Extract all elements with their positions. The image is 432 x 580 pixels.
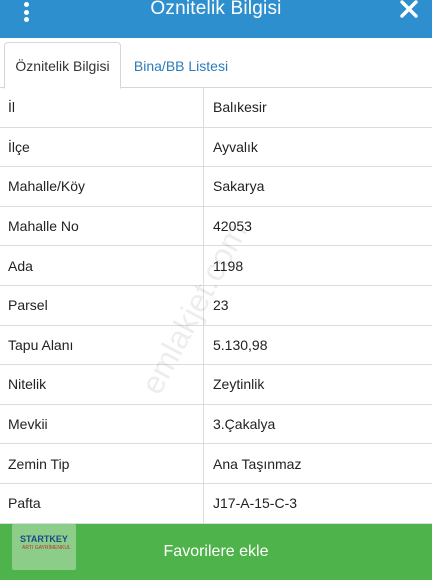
table-row: Nitelik Zeytinlik <box>0 365 432 405</box>
column-divider <box>203 88 204 127</box>
table-row: İlçe Ayvalık <box>0 127 432 168</box>
app-header: Öznitelik Bilgisi <box>0 0 432 38</box>
row-value: 1198 <box>213 257 244 274</box>
row-key: Zemin Tip <box>8 455 70 472</box>
row-key: İlçe <box>8 138 30 155</box>
column-divider <box>203 365 204 404</box>
tab-bar: Öznitelik Bilgisi Bina/BB Listesi <box>0 38 432 89</box>
row-key: Mevkii <box>8 416 48 433</box>
column-divider <box>203 404 204 444</box>
table-row: Ada 1198 <box>0 246 432 286</box>
table-row: Parsel 23 <box>0 285 432 326</box>
row-key: Tapu Alanı <box>8 336 74 353</box>
logo-name: STARTKEY <box>20 534 68 544</box>
row-value: 3.Çakalya <box>213 416 276 433</box>
row-value: Ayvalık <box>213 138 258 155</box>
row-value: Ana Taşınmaz <box>213 455 302 472</box>
close-icon[interactable] <box>398 0 420 20</box>
column-divider <box>203 325 204 365</box>
column-divider <box>203 483 204 523</box>
table-row: Mahalle/Köy Sakarya <box>0 167 432 207</box>
table-row: Zemin Tip Ana Taşınmaz <box>0 444 432 484</box>
row-value: Zeytinlik <box>213 376 265 393</box>
row-value: Balıkesir <box>213 99 267 116</box>
column-divider <box>203 127 204 167</box>
row-value: 5.130,98 <box>213 336 268 353</box>
tab-oznitelik-bilgisi[interactable]: Öznitelik Bilgisi <box>4 42 121 89</box>
row-key: Mahalle No <box>8 218 79 235</box>
page-title: Öznitelik Bilgisi <box>150 0 282 19</box>
table-row: Mahalle No 42053 <box>0 206 432 247</box>
row-key: Pafta <box>8 495 41 512</box>
table-row: İl Balıkesir <box>0 88 432 128</box>
row-key: İl <box>8 99 15 116</box>
column-divider <box>203 285 204 325</box>
attribute-table: İl Balıkesir İlçe Ayvalık Mahalle/Köy Sa… <box>0 88 432 524</box>
table-row: Mevkii 3.Çakalya <box>0 404 432 445</box>
row-value: 23 <box>213 297 229 314</box>
startkey-logo: STARTKEY ARTI GAYRİMENKUL <box>12 524 76 570</box>
row-key: Ada <box>8 257 33 274</box>
logo-subtitle: ARTI GAYRİMENKUL <box>22 545 71 551</box>
row-key: Nitelik <box>8 376 47 393</box>
row-value: 42053 <box>213 218 252 235</box>
row-key: Mahalle/Köy <box>8 178 86 195</box>
row-value: J17-A-15-C-3 <box>213 495 298 512</box>
column-divider <box>203 167 204 206</box>
row-key: Parsel <box>8 297 48 314</box>
column-divider <box>203 206 204 246</box>
column-divider <box>203 246 204 285</box>
column-divider <box>203 444 204 483</box>
table-row: Tapu Alanı 5.130,98 <box>0 325 432 366</box>
row-value: Sakarya <box>213 178 265 195</box>
tab-bina-bb-listesi[interactable]: Bina/BB Listesi <box>122 42 240 89</box>
table-row: Pafta J17-A-15-C-3 <box>0 483 432 524</box>
